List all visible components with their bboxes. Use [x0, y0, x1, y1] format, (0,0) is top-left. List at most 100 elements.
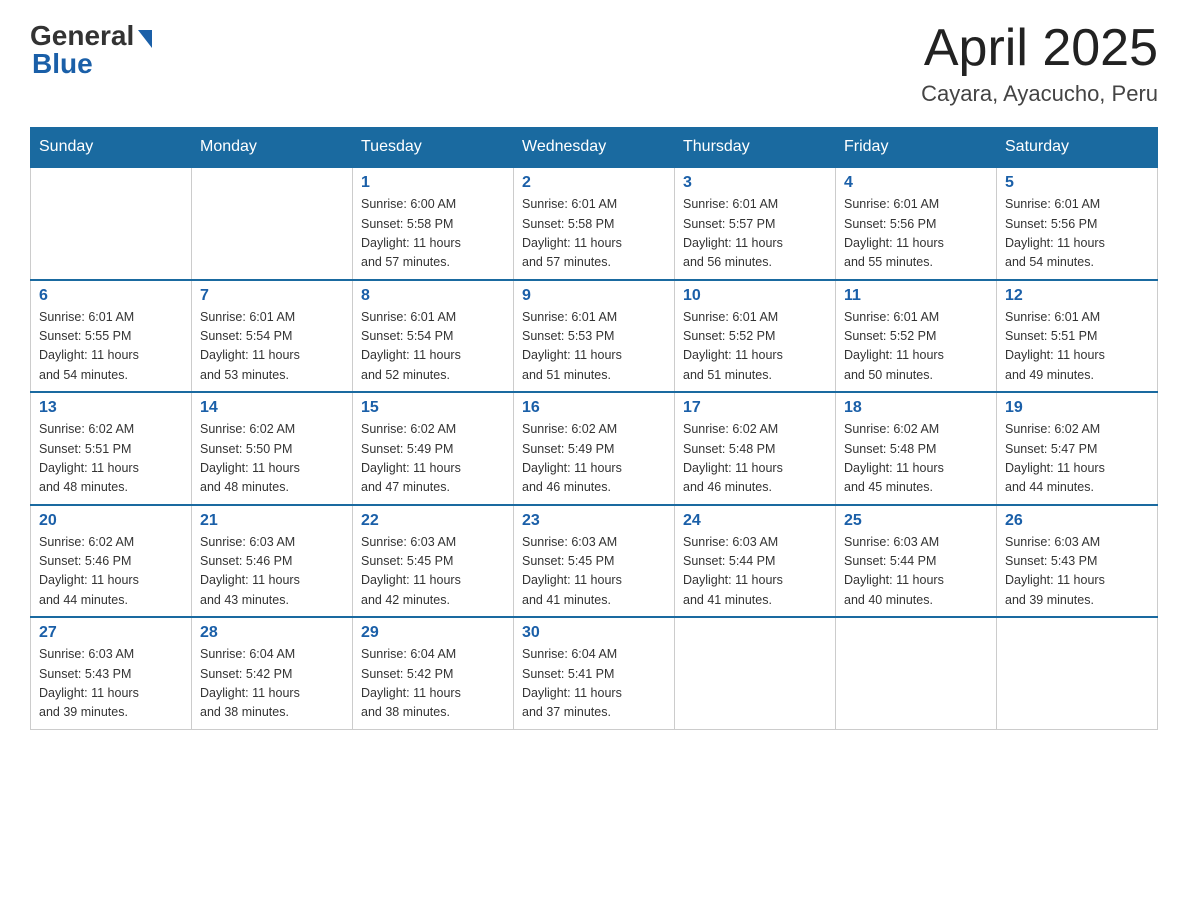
day-info: Sunrise: 6:01 AMSunset: 5:51 PMDaylight:… — [1005, 308, 1149, 386]
day-info: Sunrise: 6:02 AMSunset: 5:50 PMDaylight:… — [200, 420, 344, 498]
day-number: 30 — [522, 624, 666, 642]
day-info: Sunrise: 6:01 AMSunset: 5:52 PMDaylight:… — [683, 308, 827, 386]
day-info: Sunrise: 6:02 AMSunset: 5:48 PMDaylight:… — [683, 420, 827, 498]
day-info: Sunrise: 6:04 AMSunset: 5:41 PMDaylight:… — [522, 645, 666, 723]
day-number: 17 — [683, 399, 827, 417]
day-number: 16 — [522, 399, 666, 417]
day-number: 29 — [361, 624, 505, 642]
day-number: 13 — [39, 399, 183, 417]
calendar-cell: 16 Sunrise: 6:02 AMSunset: 5:49 PMDayligh… — [514, 392, 675, 505]
month-title: April 2025 — [921, 20, 1158, 77]
day-number: 5 — [1005, 174, 1149, 192]
calendar-cell: 2 Sunrise: 6:01 AMSunset: 5:58 PMDaylight… — [514, 167, 675, 280]
weekday-header-monday: Monday — [192, 128, 353, 168]
day-number: 27 — [39, 624, 183, 642]
day-info: Sunrise: 6:03 AMSunset: 5:46 PMDaylight:… — [200, 533, 344, 611]
location-title: Cayara, Ayacucho, Peru — [921, 81, 1158, 107]
day-info: Sunrise: 6:02 AMSunset: 5:48 PMDaylight:… — [844, 420, 988, 498]
logo-arrow-icon — [138, 30, 152, 48]
calendar-cell: 28 Sunrise: 6:04 AMSunset: 5:42 PMDayligh… — [192, 617, 353, 729]
weekday-header-saturday: Saturday — [997, 128, 1158, 168]
day-number: 7 — [200, 287, 344, 305]
calendar-cell — [675, 617, 836, 729]
day-number: 20 — [39, 512, 183, 530]
day-number: 18 — [844, 399, 988, 417]
calendar-cell: 1 Sunrise: 6:00 AMSunset: 5:58 PMDaylight… — [353, 167, 514, 280]
day-number: 6 — [39, 287, 183, 305]
day-info: Sunrise: 6:04 AMSunset: 5:42 PMDaylight:… — [361, 645, 505, 723]
day-number: 2 — [522, 174, 666, 192]
calendar-cell: 29 Sunrise: 6:04 AMSunset: 5:42 PMDayligh… — [353, 617, 514, 729]
page-header: General Blue April 2025 Cayara, Ayacucho… — [30, 20, 1158, 107]
calendar-cell: 7 Sunrise: 6:01 AMSunset: 5:54 PMDaylight… — [192, 280, 353, 393]
calendar-cell — [836, 617, 997, 729]
calendar-cell: 20 Sunrise: 6:02 AMSunset: 5:46 PMDayligh… — [31, 505, 192, 618]
day-number: 9 — [522, 287, 666, 305]
calendar-cell: 24 Sunrise: 6:03 AMSunset: 5:44 PMDayligh… — [675, 505, 836, 618]
calendar-cell — [192, 167, 353, 280]
day-number: 1 — [361, 174, 505, 192]
day-info: Sunrise: 6:01 AMSunset: 5:56 PMDaylight:… — [1005, 195, 1149, 273]
day-number: 8 — [361, 287, 505, 305]
calendar-cell: 5 Sunrise: 6:01 AMSunset: 5:56 PMDaylight… — [997, 167, 1158, 280]
day-info: Sunrise: 6:01 AMSunset: 5:54 PMDaylight:… — [200, 308, 344, 386]
day-info: Sunrise: 6:01 AMSunset: 5:53 PMDaylight:… — [522, 308, 666, 386]
weekday-header-friday: Friday — [836, 128, 997, 168]
day-info: Sunrise: 6:03 AMSunset: 5:43 PMDaylight:… — [1005, 533, 1149, 611]
day-info: Sunrise: 6:04 AMSunset: 5:42 PMDaylight:… — [200, 645, 344, 723]
calendar-cell: 12 Sunrise: 6:01 AMSunset: 5:51 PMDayligh… — [997, 280, 1158, 393]
calendar-cell: 3Sunrise: 6:01 AMSunset: 5:57 PMDaylight… — [675, 167, 836, 280]
day-info: Sunrise: 6:02 AMSunset: 5:47 PMDaylight:… — [1005, 420, 1149, 498]
weekday-header-wednesday: Wednesday — [514, 128, 675, 168]
day-info: Sunrise: 6:02 AMSunset: 5:49 PMDaylight:… — [522, 420, 666, 498]
calendar-week-5: 27 Sunrise: 6:03 AMSunset: 5:43 PMDayligh… — [31, 617, 1158, 729]
day-info: Sunrise: 6:01 AMSunset: 5:52 PMDaylight:… — [844, 308, 988, 386]
calendar-cell: 22 Sunrise: 6:03 AMSunset: 5:45 PMDayligh… — [353, 505, 514, 618]
calendar-week-3: 13Sunrise: 6:02 AMSunset: 5:51 PMDayligh… — [31, 392, 1158, 505]
day-number: 19 — [1005, 399, 1149, 417]
day-number: 12 — [1005, 287, 1149, 305]
calendar-cell: 17 Sunrise: 6:02 AMSunset: 5:48 PMDayligh… — [675, 392, 836, 505]
calendar-cell: 13Sunrise: 6:02 AMSunset: 5:51 PMDayligh… — [31, 392, 192, 505]
day-info: Sunrise: 6:02 AMSunset: 5:46 PMDaylight:… — [39, 533, 183, 611]
calendar-cell: 10 Sunrise: 6:01 AMSunset: 5:52 PMDayligh… — [675, 280, 836, 393]
calendar-cell: 23Sunrise: 6:03 AMSunset: 5:45 PMDayligh… — [514, 505, 675, 618]
day-number: 10 — [683, 287, 827, 305]
calendar-header-row: SundayMondayTuesdayWednesdayThursdayFrid… — [31, 128, 1158, 168]
day-info: Sunrise: 6:01 AMSunset: 5:58 PMDaylight:… — [522, 195, 666, 273]
calendar-week-1: 1 Sunrise: 6:00 AMSunset: 5:58 PMDaylight… — [31, 167, 1158, 280]
calendar-table: SundayMondayTuesdayWednesdayThursdayFrid… — [30, 127, 1158, 730]
day-number: 28 — [200, 624, 344, 642]
day-number: 25 — [844, 512, 988, 530]
calendar-cell: 6Sunrise: 6:01 AMSunset: 5:55 PMDaylight… — [31, 280, 192, 393]
day-number: 24 — [683, 512, 827, 530]
day-number: 14 — [200, 399, 344, 417]
calendar-cell: 18 Sunrise: 6:02 AMSunset: 5:48 PMDayligh… — [836, 392, 997, 505]
day-info: Sunrise: 6:01 AMSunset: 5:56 PMDaylight:… — [844, 195, 988, 273]
weekday-header-sunday: Sunday — [31, 128, 192, 168]
day-number: 22 — [361, 512, 505, 530]
day-info: Sunrise: 6:01 AMSunset: 5:54 PMDaylight:… — [361, 308, 505, 386]
calendar-cell: 14 Sunrise: 6:02 AMSunset: 5:50 PMDayligh… — [192, 392, 353, 505]
day-number: 21 — [200, 512, 344, 530]
day-number: 15 — [361, 399, 505, 417]
logo: General Blue — [30, 20, 152, 80]
calendar-cell: 25Sunrise: 6:03 AMSunset: 5:44 PMDayligh… — [836, 505, 997, 618]
title-section: April 2025 Cayara, Ayacucho, Peru — [921, 20, 1158, 107]
day-info: Sunrise: 6:03 AMSunset: 5:43 PMDaylight:… — [39, 645, 183, 723]
calendar-week-2: 6Sunrise: 6:01 AMSunset: 5:55 PMDaylight… — [31, 280, 1158, 393]
calendar-cell: 21 Sunrise: 6:03 AMSunset: 5:46 PMDayligh… — [192, 505, 353, 618]
logo-blue-text: Blue — [32, 48, 93, 80]
calendar-week-4: 20 Sunrise: 6:02 AMSunset: 5:46 PMDayligh… — [31, 505, 1158, 618]
calendar-cell: 26Sunrise: 6:03 AMSunset: 5:43 PMDayligh… — [997, 505, 1158, 618]
calendar-cell: 15Sunrise: 6:02 AMSunset: 5:49 PMDayligh… — [353, 392, 514, 505]
calendar-cell: 8 Sunrise: 6:01 AMSunset: 5:54 PMDaylight… — [353, 280, 514, 393]
day-info: Sunrise: 6:01 AMSunset: 5:57 PMDaylight:… — [683, 195, 827, 273]
day-info: Sunrise: 6:03 AMSunset: 5:45 PMDaylight:… — [361, 533, 505, 611]
day-info: Sunrise: 6:03 AMSunset: 5:45 PMDaylight:… — [522, 533, 666, 611]
day-info: Sunrise: 6:03 AMSunset: 5:44 PMDaylight:… — [683, 533, 827, 611]
calendar-cell: 9 Sunrise: 6:01 AMSunset: 5:53 PMDaylight… — [514, 280, 675, 393]
day-info: Sunrise: 6:00 AMSunset: 5:58 PMDaylight:… — [361, 195, 505, 273]
weekday-header-tuesday: Tuesday — [353, 128, 514, 168]
calendar-cell: 27 Sunrise: 6:03 AMSunset: 5:43 PMDayligh… — [31, 617, 192, 729]
